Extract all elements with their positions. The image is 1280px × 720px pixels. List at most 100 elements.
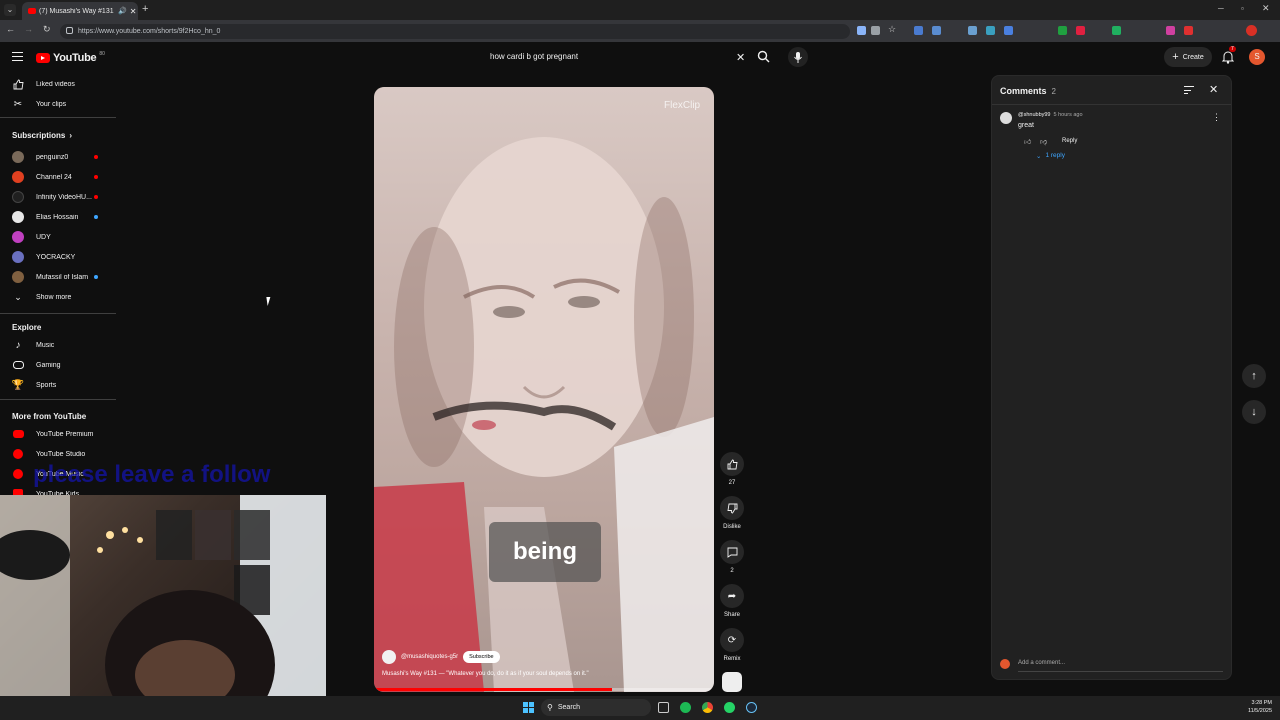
subscribe-button[interactable]: Subscribe	[463, 651, 500, 663]
sidebar-item-subscription[interactable]: Elias Hossain	[0, 208, 116, 226]
clear-search-icon[interactable]: ✕	[736, 51, 745, 64]
comment-like-icon[interactable]: 👍︎	[1024, 137, 1031, 146]
show-more-label: Show more	[36, 293, 72, 301]
windows-start-icon[interactable]	[523, 702, 534, 713]
browser-tab[interactable]: (7) Musashi's Way #131 - "W 🔊 ✕	[22, 2, 138, 20]
sidebar-item-music[interactable]: ♪ Music	[0, 336, 116, 354]
channel-handle[interactable]: @musashiquotes-g5r	[401, 654, 458, 660]
sidebar-item-subscription[interactable]: Infinity VideoHU...	[0, 188, 116, 206]
sidebar-divider	[0, 117, 116, 118]
comments-button[interactable]: 2	[719, 540, 745, 574]
sidebar-item-subscription[interactable]: Mufassil of Islam	[0, 268, 116, 286]
window-close-button[interactable]: ✕	[1262, 3, 1270, 14]
sidebar-item-subscription[interactable]: YOCRACKY	[0, 248, 116, 266]
chevron-right-icon: ›	[69, 131, 73, 140]
new-tab-button[interactable]: +	[142, 3, 148, 15]
extension-icon-9[interactable]	[1076, 26, 1085, 35]
site-info-icon[interactable]	[66, 27, 73, 34]
forward-button[interactable]: →	[24, 24, 33, 34]
extension-icon-4[interactable]	[932, 26, 941, 35]
sidebar-item-label: penguinz0	[36, 153, 69, 161]
back-button[interactable]: ←	[6, 24, 15, 34]
steam-icon[interactable]	[746, 702, 757, 713]
bookmark-star-icon[interactable]: ☆	[888, 24, 896, 35]
comment-author[interactable]: @shnubby99	[1018, 112, 1051, 118]
dislike-button[interactable]: Dislike	[719, 496, 745, 530]
extension-icon-6[interactable]	[986, 26, 995, 35]
extension-icon-8[interactable]	[1058, 26, 1067, 35]
sidebar-item-subscription[interactable]: Channel 24	[0, 168, 116, 186]
whatsapp-icon[interactable]	[724, 702, 735, 713]
like-button[interactable]: 27	[719, 452, 745, 486]
search-input[interactable]: how cardi b got pregnant	[480, 47, 753, 67]
comment-reply-button[interactable]: Reply	[1062, 138, 1077, 144]
next-short-button[interactable]: ↓	[1242, 400, 1266, 424]
progress-track[interactable]	[374, 688, 714, 691]
extension-icon-11[interactable]	[1166, 26, 1175, 35]
channel-avatar	[12, 151, 24, 163]
comment-menu-icon[interactable]: ⋮	[1212, 112, 1221, 123]
channel-avatar	[12, 171, 24, 183]
hamburger-menu-icon[interactable]	[12, 52, 23, 61]
commenter-avatar[interactable]	[1000, 112, 1012, 124]
sidebar-item-subscription[interactable]: penguinz0	[0, 148, 116, 166]
sidebar-item-sports[interactable]: 🏆 Sports	[0, 376, 116, 394]
view-replies-button[interactable]: ⌄ 1 reply	[1036, 152, 1065, 160]
profile-avatar[interactable]	[1246, 25, 1257, 36]
spotify-icon[interactable]	[680, 702, 691, 713]
extension-icon-12[interactable]	[1184, 26, 1193, 35]
subscriptions-heading[interactable]: Subscriptions ›	[12, 131, 72, 140]
notifications-button[interactable]: 7	[1222, 46, 1236, 64]
comments-divider	[992, 104, 1231, 105]
close-comments-icon[interactable]: ✕	[1209, 83, 1218, 96]
show-more-button[interactable]: ⌄ Show more	[0, 288, 116, 306]
clock-time: 3:28 PM	[1251, 700, 1272, 706]
sidebar-item-your-clips[interactable]: ✂ Your clips	[0, 95, 116, 113]
add-comment-input[interactable]: Add a comment...	[1018, 660, 1065, 666]
sidebar-item-label: YouTube Premium	[36, 430, 94, 438]
add-comment-row[interactable]: Add a comment...	[1000, 658, 1225, 672]
channel-avatar	[12, 251, 24, 263]
sidebar-item-youtube-premium[interactable]: YouTube Premium	[0, 425, 116, 443]
extension-icon-2[interactable]	[871, 26, 880, 35]
clock-date: 11/5/2025	[1247, 708, 1272, 714]
tab-close-icon[interactable]: ✕	[130, 7, 137, 16]
taskbar-search[interactable]: ⚲ Search	[541, 699, 651, 716]
channel-sound-thumbnail[interactable]	[722, 672, 742, 692]
url-field[interactable]: https://www.youtube.com/shorts/9f2Hco_hn…	[60, 24, 850, 39]
user-avatar[interactable]: S	[1249, 49, 1265, 65]
sidebar-item-subscription[interactable]: UDY	[0, 228, 116, 246]
clock[interactable]: 3:28 PM 11/5/2025	[1232, 699, 1272, 715]
live-indicator	[94, 195, 98, 199]
youtube-logo[interactable]: YouTube 80	[36, 51, 105, 64]
sidebar-item-gaming[interactable]: Gaming	[0, 356, 116, 374]
progress-fill	[374, 688, 612, 691]
extension-icon-7[interactable]	[1004, 26, 1013, 35]
share-label: Share	[723, 612, 740, 618]
comment-dislike-icon[interactable]: 👎︎	[1040, 137, 1047, 146]
dislike-label: Dislike	[723, 524, 741, 530]
tab-list-button[interactable]: ⌄	[4, 4, 16, 16]
channel-avatar[interactable]	[382, 650, 396, 664]
thumb-down-icon	[726, 503, 737, 513]
youtube-favicon-icon	[28, 8, 36, 14]
create-button[interactable]: + Create	[1164, 47, 1212, 67]
reload-button[interactable]: ↻	[43, 24, 51, 35]
previous-short-button[interactable]: ↑	[1242, 364, 1266, 388]
extension-icon-3[interactable]	[914, 26, 923, 35]
short-video-player[interactable]: FlexClip being @musashiquotes-g5r Subscr…	[374, 87, 714, 692]
chrome-icon[interactable]	[702, 702, 713, 713]
extension-icon-10[interactable]	[1112, 26, 1121, 35]
minimize-button[interactable]: ─	[1218, 4, 1224, 13]
extension-icon-1[interactable]	[857, 26, 866, 35]
sort-icon[interactable]	[1184, 86, 1194, 94]
extension-icon-5[interactable]	[968, 26, 977, 35]
voice-search-button[interactable]	[788, 47, 808, 67]
search-button[interactable]	[757, 50, 770, 63]
url-text: https://www.youtube.com/shorts/9f2Hco_hn…	[78, 28, 221, 35]
maximize-button[interactable]: ▫	[1241, 4, 1244, 13]
task-view-icon[interactable]	[658, 702, 669, 713]
remix-button[interactable]: ⟳ Remix	[719, 628, 745, 662]
share-button[interactable]: ➦ Share	[719, 584, 745, 618]
sidebar-item-liked-videos[interactable]: Liked videos	[0, 75, 116, 93]
